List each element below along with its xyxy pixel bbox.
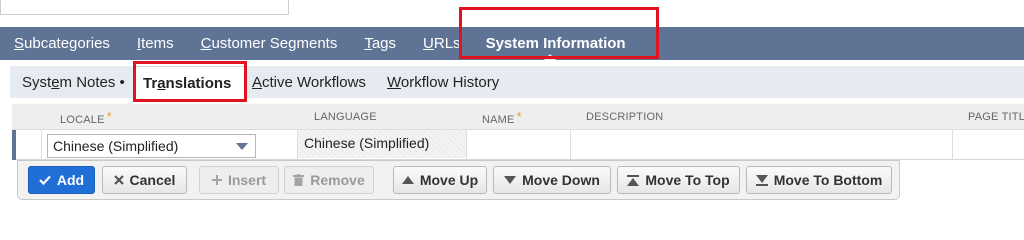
tab-urls[interactable]: URLs bbox=[409, 27, 461, 60]
subtab-system-notes-accesskey: e bbox=[51, 74, 60, 91]
cancel-button-label: Cancel bbox=[129, 172, 176, 188]
move-to-bottom-button[interactable]: Move To Bottom bbox=[746, 166, 892, 194]
checkmark-icon bbox=[39, 175, 51, 185]
record-field-box[interactable] bbox=[0, 0, 289, 15]
language-cell: Chinese (Simplified) bbox=[298, 130, 466, 158]
description-cell[interactable] bbox=[571, 130, 952, 158]
translations-grid-header: LOCALE * LANGUAGE NAME * DESCRIPTION PAGE … bbox=[12, 104, 1024, 130]
tab-customer-segments-label: ustomer Segments bbox=[211, 35, 338, 52]
move-to-top-button[interactable]: Move To Top bbox=[617, 166, 740, 194]
tab-items-label: tems bbox=[141, 35, 174, 52]
tab-customer-segments-accesskey: C bbox=[200, 35, 212, 52]
tab-system-information[interactable]: System Information bbox=[474, 27, 626, 60]
tab-subcategories-accesskey: S bbox=[14, 35, 25, 52]
move-to-top-button-label: Move To Top bbox=[645, 172, 730, 188]
tab-urls-label: RLs bbox=[433, 35, 461, 52]
subtab-system-notes-label-a: Syst bbox=[22, 74, 52, 91]
subtab-workflow-history-accesskey: W bbox=[387, 74, 401, 91]
col-header-description: DESCRIPTION bbox=[586, 111, 664, 123]
subtab-bar: System Notes • Translations Active Workf… bbox=[10, 66, 1024, 98]
move-up-button[interactable]: Move Up bbox=[393, 166, 487, 194]
required-marker-locale: * bbox=[106, 109, 112, 124]
tab-urls-accesskey: U bbox=[423, 35, 434, 52]
close-icon bbox=[113, 175, 124, 185]
plus-icon bbox=[211, 175, 222, 185]
col-header-language: LANGUAGE bbox=[314, 111, 377, 123]
subtab-active-workflows[interactable]: Active Workflows bbox=[252, 66, 366, 98]
insert-button[interactable]: Insert bbox=[199, 166, 279, 194]
remove-button[interactable]: Remove bbox=[284, 166, 374, 194]
move-to-bottom-icon bbox=[755, 174, 768, 186]
subtab-translations-accesskey: a bbox=[157, 75, 166, 92]
move-up-button-label: Move Up bbox=[419, 172, 479, 188]
subtab-translations-label-b: nslations bbox=[165, 75, 232, 92]
subtab-workflow-history[interactable]: Workflow History bbox=[387, 66, 499, 98]
subtab-active-workflows-accesskey: A bbox=[252, 74, 263, 91]
cell-divider bbox=[41, 130, 42, 160]
col-header-page-title: PAGE TITLE bbox=[968, 111, 1024, 123]
tab-customer-segments[interactable]: Customer Segments bbox=[187, 27, 338, 60]
tab-items[interactable]: Items bbox=[123, 27, 174, 60]
col-header-name: NAME * bbox=[482, 109, 522, 126]
tab-system-information-label: System Information bbox=[485, 35, 626, 52]
triangle-up-icon bbox=[401, 176, 414, 184]
subtab-translations-label-a: Tr bbox=[143, 75, 158, 92]
remove-button-label: Remove bbox=[310, 172, 365, 188]
subtab-system-notes-label-b: m Notes • bbox=[59, 74, 125, 91]
tab-subcategories-label: ubcategories bbox=[24, 35, 110, 52]
translation-row[interactable]: Chinese (Simplified) Chinese (Simplified… bbox=[12, 130, 1024, 160]
add-button-label: Add bbox=[56, 172, 85, 188]
move-down-button-label: Move Down bbox=[522, 172, 600, 188]
subtab-system-notes[interactable]: System Notes • bbox=[22, 66, 125, 98]
move-to-bottom-button-label: Move To Bottom bbox=[773, 172, 883, 188]
tab-subcategories[interactable]: Subcategories bbox=[0, 27, 110, 60]
active-tab-caret-icon bbox=[543, 54, 556, 60]
cancel-button[interactable]: Cancel bbox=[102, 166, 187, 194]
tab-tags-label: ags bbox=[371, 35, 397, 52]
name-cell[interactable] bbox=[467, 130, 570, 158]
tab-tags-accesskey: T bbox=[364, 35, 372, 52]
required-marker-name: * bbox=[516, 109, 522, 124]
chevron-down-icon bbox=[236, 143, 248, 150]
locale-select-value: Chinese (Simplified) bbox=[53, 138, 179, 154]
tab-tags[interactable]: Tags bbox=[350, 27, 396, 60]
main-tab-bar: Subcategories Items Customer Segments Ta… bbox=[0, 27, 1024, 60]
add-button[interactable]: Add bbox=[28, 166, 95, 194]
trash-icon bbox=[293, 174, 305, 186]
row-selected-indicator bbox=[12, 130, 16, 160]
col-header-locale: LOCALE * bbox=[60, 109, 112, 126]
triangle-down-icon bbox=[504, 176, 517, 184]
col-header-name-text: NAME bbox=[482, 114, 515, 126]
page-title-cell[interactable] bbox=[953, 130, 1024, 158]
insert-button-label: Insert bbox=[227, 172, 267, 188]
subtab-workflow-history-label-b: orkflow History bbox=[400, 74, 500, 91]
move-to-top-icon bbox=[627, 174, 640, 186]
subtab-translations[interactable]: Translations bbox=[134, 66, 246, 98]
subtab-active-workflows-label-b: ctive Workflows bbox=[262, 74, 366, 91]
row-action-toolbar: Add Cancel Insert Remove Move Up Move Do… bbox=[17, 160, 900, 200]
col-header-locale-text: LOCALE bbox=[60, 114, 105, 126]
move-down-button[interactable]: Move Down bbox=[493, 166, 611, 194]
locale-select[interactable]: Chinese (Simplified) bbox=[47, 134, 256, 158]
